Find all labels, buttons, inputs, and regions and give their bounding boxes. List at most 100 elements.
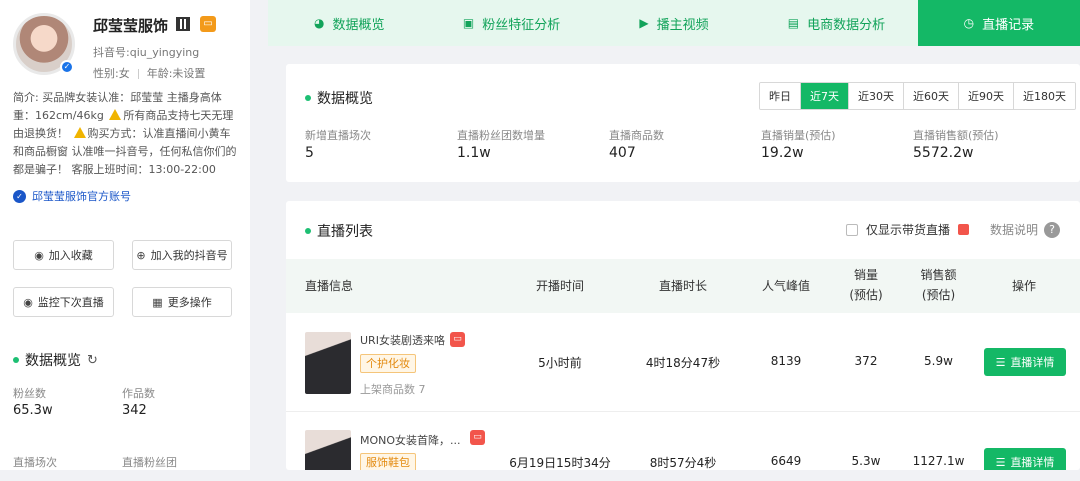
col-revenue: 销售额 (预估) bbox=[906, 265, 971, 305]
sales-live-filter[interactable]: 仅显示带货直播 bbox=[846, 221, 970, 238]
monitor-next-live-button[interactable]: ◉ 监控下次直播 bbox=[13, 287, 114, 317]
list-icon: ☰ bbox=[995, 355, 1006, 369]
range-90d[interactable]: 近90天 bbox=[959, 83, 1014, 109]
tab-fans-analysis[interactable]: ▣ 粉丝特征分析 bbox=[430, 0, 592, 46]
live-list-title: 直播列表 bbox=[305, 221, 373, 241]
start-time: 5小时前 bbox=[538, 356, 582, 370]
divider bbox=[137, 69, 139, 79]
tab-videos[interactable]: ▶ 播主视频 bbox=[593, 0, 755, 46]
goods-count: 上架商品数 7 bbox=[360, 383, 426, 396]
more-actions-label: 更多操作 bbox=[167, 296, 212, 309]
peak-viewers: 8139 bbox=[770, 354, 802, 368]
clock-icon: ◷ bbox=[963, 16, 975, 30]
overview-title-label: 数据概览 bbox=[317, 91, 373, 107]
star-circle-icon: ◉ bbox=[34, 248, 44, 262]
tab-label: 粉丝特征分析 bbox=[482, 17, 561, 33]
range-30d[interactable]: 近30天 bbox=[849, 83, 904, 109]
metric-value: 407 bbox=[609, 145, 636, 161]
add-my-douyin-button[interactable]: ⊕ 加入我的抖音号 bbox=[132, 240, 232, 270]
green-dot-icon bbox=[305, 228, 311, 234]
left-overview-title: 数据概览 ↻ bbox=[13, 350, 98, 370]
pie-chart-icon: ◕ bbox=[313, 16, 325, 30]
official-account-label: 邱莹莹服饰官方账号 bbox=[32, 190, 131, 203]
table-header: 直播信息 开播时间 直播时长 人气峰值 销量 (预估) 销售额 (预估) 操作 bbox=[286, 259, 1080, 313]
tab-label: 直播记录 bbox=[982, 17, 1035, 33]
col-info: 直播信息 bbox=[305, 279, 354, 293]
live-detail-button[interactable]: ☰ 直播详情 bbox=[984, 448, 1066, 470]
live-list-card: 直播列表 仅显示带货直播 数据说明 ? 直播信息 开播时间 直播时长 人气峰值 … bbox=[286, 201, 1080, 470]
official-account-link[interactable]: ✓ 邱莹莹服饰官方账号 bbox=[13, 188, 131, 204]
favorite-label: 加入收藏 bbox=[48, 249, 93, 262]
col-ops: 操作 bbox=[1011, 279, 1036, 293]
works-value: 342 bbox=[122, 403, 147, 418]
live-list-title-label: 直播列表 bbox=[317, 224, 373, 240]
verified-badge-icon: ✓ bbox=[60, 60, 74, 74]
help-label: 数据说明 bbox=[990, 223, 1039, 237]
grid-icon: ▦ bbox=[152, 295, 163, 309]
range-7d[interactable]: 近7天 bbox=[801, 83, 849, 109]
revenue: 1127.1w bbox=[912, 454, 965, 468]
tab-label: 播主视频 bbox=[656, 17, 709, 33]
tab-live-records[interactable]: ◷ 直播记录 bbox=[917, 0, 1080, 46]
shopping-bag-icon bbox=[958, 224, 970, 235]
range-yesterday[interactable]: 昨日 bbox=[760, 83, 801, 109]
metric-label: 直播粉丝团数增量 bbox=[457, 129, 545, 142]
duration: 8时57分4秒 bbox=[649, 456, 717, 470]
peak-viewers: 6649 bbox=[770, 454, 802, 468]
range-60d[interactable]: 近60天 bbox=[904, 83, 959, 109]
tab-bar: ◕ 数据概览 ▣ 粉丝特征分析 ▶ 播主视频 ▤ 电商数据分析 ◷ 直播记录 bbox=[268, 0, 1080, 46]
metric-label: 直播商品数 bbox=[609, 129, 664, 142]
start-time: 6月19日15时34分 bbox=[509, 456, 611, 470]
page: ✓ 邱莹莹服饰 ▭ 抖音号:qiu_yingying 性别:女 年龄:未设置 简介… bbox=[0, 0, 1080, 481]
live-detail-button[interactable]: ☰ 直播详情 bbox=[984, 348, 1066, 376]
gender: 性别:女 bbox=[93, 67, 130, 80]
category-tag: 服饰鞋包 bbox=[360, 453, 416, 470]
col-revenue-line1: 销售额 bbox=[920, 268, 957, 282]
more-actions-button[interactable]: ▦ 更多操作 bbox=[132, 287, 232, 317]
refresh-icon[interactable]: ↻ bbox=[87, 353, 98, 368]
live-title[interactable]: MONO女装首降，... bbox=[360, 432, 461, 448]
live-sessions-label: 直播场次 bbox=[13, 456, 57, 469]
col-revenue-line2: (预估) bbox=[921, 288, 956, 302]
data-help-link[interactable]: 数据说明 ? bbox=[990, 221, 1061, 238]
list-icon: ☰ bbox=[995, 455, 1006, 469]
col-sales: 销量 (预估) bbox=[836, 265, 896, 305]
sales: 5.3w bbox=[851, 454, 881, 468]
metric-value: 5 bbox=[305, 145, 314, 161]
user-card-icon: ▣ bbox=[462, 16, 475, 30]
video-camera-icon: ▶ bbox=[639, 16, 649, 30]
monitor-label: 监控下次直播 bbox=[37, 296, 104, 309]
metric-value: 5572.2w bbox=[913, 145, 974, 161]
warning-icon bbox=[109, 109, 122, 120]
plus-circle-icon: ⊕ bbox=[136, 248, 146, 262]
filter-label: 仅显示带货直播 bbox=[866, 223, 951, 237]
overview-title: 数据概览 bbox=[305, 88, 373, 108]
live-thumbnail[interactable] bbox=[305, 430, 351, 470]
profile-bio: 简介: 买品牌女装认准：邱莹莹 主播身高体重：162cm/46kg 所有商品支持… bbox=[13, 89, 238, 179]
shop-badge-icon: ▭ bbox=[200, 16, 216, 32]
duration: 4时18分47秒 bbox=[645, 356, 721, 370]
profile-panel: ✓ 邱莹莹服饰 ▭ 抖音号:qiu_yingying 性别:女 年龄:未设置 简介… bbox=[0, 0, 250, 470]
favorite-button[interactable]: ◉ 加入收藏 bbox=[13, 240, 114, 270]
profile-meta: 性别:女 年龄:未设置 bbox=[93, 65, 205, 81]
douyin-id: 抖音号:qiu_yingying bbox=[93, 46, 200, 59]
tab-overview[interactable]: ◕ 数据概览 bbox=[268, 0, 430, 46]
category-tag: 个护化妆 bbox=[360, 354, 416, 373]
green-dot-icon bbox=[305, 95, 311, 101]
shop-icon: ▤ bbox=[787, 16, 800, 30]
range-180d[interactable]: 近180天 bbox=[1014, 83, 1075, 109]
metric-label: 新增直播场次 bbox=[305, 129, 371, 142]
green-dot-icon bbox=[13, 357, 19, 363]
filter-checkbox[interactable] bbox=[846, 223, 858, 236]
question-icon: ? bbox=[1044, 221, 1061, 238]
qr-code-icon[interactable] bbox=[176, 17, 190, 31]
date-range-selector: 昨日 近7天 近30天 近60天 近90天 近180天 bbox=[759, 82, 1076, 110]
fans-value: 65.3w bbox=[13, 403, 53, 418]
metric-value: 19.2w bbox=[761, 145, 804, 161]
row-divider bbox=[286, 411, 1080, 412]
tab-ecommerce[interactable]: ▤ 电商数据分析 bbox=[755, 0, 917, 46]
live-title[interactable]: URI女装剧透来咯 bbox=[360, 332, 445, 348]
live-thumbnail[interactable] bbox=[305, 332, 351, 394]
col-start: 开播时间 bbox=[535, 279, 584, 293]
warning-icon bbox=[73, 127, 86, 138]
